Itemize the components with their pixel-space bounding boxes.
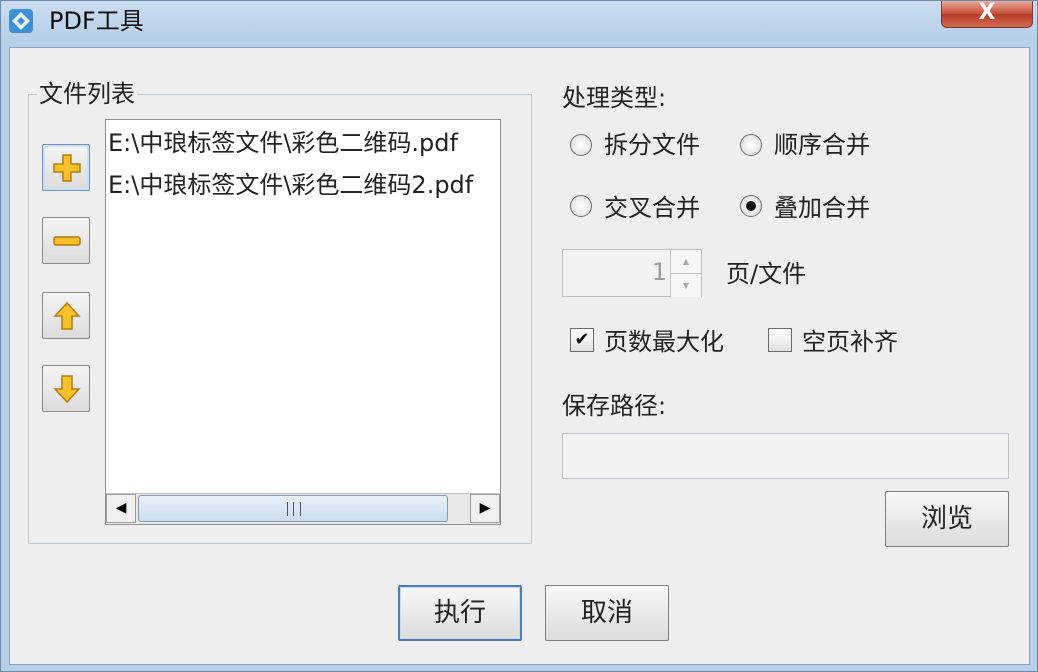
window-title: PDF工具 <box>49 7 144 35</box>
radio-cross-merge-label[interactable]: 交叉合并 <box>604 194 700 222</box>
close-button[interactable]: X <box>941 1 1033 28</box>
fill-blank-pages-checkbox[interactable] <box>768 328 792 352</box>
move-down-button[interactable] <box>42 365 90 412</box>
app-logo-icon <box>9 9 33 33</box>
radio-overlay-merge-label[interactable]: 叠加合并 <box>774 194 870 222</box>
move-up-button[interactable] <box>42 292 90 339</box>
dialog-body: 文件列表 E:\中琅标签文件\彩色二维码.pdf E:\中琅标签文件\彩色二维码… <box>9 47 1030 665</box>
spin-down-icon[interactable]: ▼ <box>670 273 701 297</box>
file-listbox[interactable]: E:\中琅标签文件\彩色二维码.pdf E:\中琅标签文件\彩色二维码2.pdf… <box>105 119 501 525</box>
arrow-up-icon <box>53 301 81 330</box>
arrow-down-icon <box>53 375 81 404</box>
pages-per-file-value[interactable]: 1 <box>652 258 667 286</box>
browse-button[interactable]: 浏览 <box>885 491 1009 547</box>
grip-icon <box>287 502 301 516</box>
execute-button[interactable]: 执行 <box>398 585 522 641</box>
list-item[interactable]: E:\中琅标签文件\彩色二维码2.pdf <box>108 170 473 200</box>
radio-sequential-merge-label[interactable]: 顺序合并 <box>774 131 870 159</box>
radio-overlay-merge[interactable] <box>740 195 762 217</box>
maximize-pages-label[interactable]: 页数最大化 <box>604 328 724 356</box>
cancel-button[interactable]: 取消 <box>545 585 669 641</box>
scroll-right-icon[interactable]: ▶ <box>470 494 500 523</box>
pages-per-file-spinner[interactable]: 1 ▲ ▼ <box>562 249 702 297</box>
horizontal-scrollbar[interactable]: ◀ ▶ <box>106 493 500 524</box>
radio-split[interactable] <box>570 134 592 156</box>
pdf-tool-window: PDF工具 X 文件列表 E:\中琅标签文件\彩色二维码.pdf E:\中琅标签… <box>0 0 1038 672</box>
radio-split-label[interactable]: 拆分文件 <box>604 131 700 159</box>
save-path-label: 保存路径: <box>562 392 667 420</box>
scroll-left-icon[interactable]: ◀ <box>106 494 136 523</box>
remove-file-button[interactable] <box>42 217 90 264</box>
fill-blank-pages-label[interactable]: 空页补齐 <box>802 328 898 356</box>
title-bar: PDF工具 X <box>1 1 1037 41</box>
add-file-button[interactable] <box>42 144 90 191</box>
scroll-thumb[interactable] <box>138 495 448 522</box>
file-list-label: 文件列表 <box>37 80 137 108</box>
radio-sequential-merge[interactable] <box>740 134 762 156</box>
plus-icon <box>53 154 81 182</box>
file-list-group: 文件列表 E:\中琅标签文件\彩色二维码.pdf E:\中琅标签文件\彩色二维码… <box>28 81 532 544</box>
list-item[interactable]: E:\中琅标签文件\彩色二维码.pdf <box>108 128 458 158</box>
pages-per-file-label: 页/文件 <box>726 260 807 288</box>
minus-icon <box>53 236 81 246</box>
maximize-pages-checkbox[interactable]: ✔ <box>570 328 594 352</box>
spin-up-icon[interactable]: ▲ <box>670 250 701 273</box>
process-type-label: 处理类型: <box>562 84 667 112</box>
radio-cross-merge[interactable] <box>570 195 592 217</box>
save-path-input[interactable] <box>562 433 1009 479</box>
